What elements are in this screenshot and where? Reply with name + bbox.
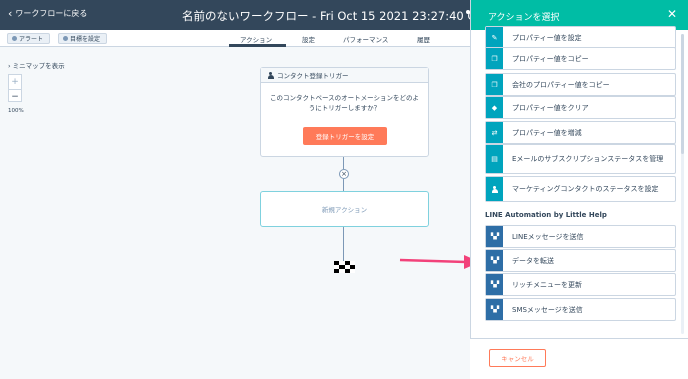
tab-performance[interactable]: パフォーマンス [343,34,388,44]
action-send-sms-message[interactable]: ▚▞ SMSメッセージを送信 [485,298,676,321]
tab-actions[interactable]: アクション [240,34,272,44]
email-icon: ▤ [486,145,503,173]
action-set-property[interactable]: ✎ プロパティー値を設定 [485,26,676,49]
trigger-header-label: コンタクト登録トリガー [277,72,349,80]
new-action-card[interactable]: 新規アクション [260,191,429,227]
action-label: SMSメッセージを送信 [512,305,583,314]
connector-line [343,179,344,191]
action-send-line-message[interactable]: ▚▞ LINEメッセージを送信 [485,225,676,248]
person-icon [267,71,274,79]
enrollment-trigger-card[interactable]: コンタクト登録トリガー このコンタクトベースのオートメーションをどのようにトリガ… [260,67,429,157]
zoom-in-button[interactable]: + [9,75,21,89]
finish-flag-icon [334,261,355,273]
connector-line [343,157,344,169]
trigger-description: このコンタクトベースのオートメーションをどのようにトリガーしますか？ [269,94,420,112]
minimap-label: ミニマップを表示 [12,62,65,70]
action-update-rich-menu[interactable]: ▚▞ リッチメニューを更新 [485,273,676,296]
target-icon [63,36,68,41]
eraser-icon: ◆ [486,97,503,118]
panel-title: アクションを選択 [488,13,560,23]
action-label: マーケティングコンタクトのステータスを設定 [512,185,659,193]
little-help-logo-icon: ▚▞ [486,226,503,247]
alert-label: アラート [19,36,44,43]
goal-label: 目標を設定 [70,36,101,43]
copy-icon: ❐ [486,74,503,95]
pencil-icon: ✎ [486,27,503,48]
action-label: データを転送 [512,256,554,265]
show-minimap-toggle[interactable]: › ミニマップを表示 [8,60,65,70]
trigger-header: コンタクト登録トリガー [261,68,428,83]
back-label: ワークフローに戻る [15,9,88,18]
zoom-out-button[interactable]: − [9,89,21,103]
little-help-logo-icon: ▚▞ [486,299,503,320]
action-clear-property[interactable]: ◆ プロパティー値をクリア [485,96,676,119]
person-icon [486,177,503,201]
action-copy-company-property[interactable]: ❐ 会社のプロパティー値をコピー [485,73,676,96]
chevron-left-icon: ‹ [8,6,13,20]
tab-settings[interactable]: 設定 [302,34,315,44]
action-label: 会社のプロパティー値をコピー [512,80,610,89]
set-enrollment-trigger-button[interactable]: 登録トリガーを設定 [303,127,387,145]
tab-history[interactable]: 履歴 [417,34,430,44]
line-automation-section-title: LINE Automation by Little Help [485,211,607,219]
action-set-marketing-contact[interactable]: マーケティングコンタクトのステータスを設定 [485,176,676,202]
alert-button[interactable]: アラート [7,33,50,44]
zoom-controls: + − [8,74,22,102]
action-manage-subscription[interactable]: ▤ Eメールのサブスクリプションステータスを管理 [485,144,676,174]
action-increment-property[interactable]: ⇄ プロパティー値を増減 [485,121,676,144]
action-label: プロパティー値を設定 [512,33,582,42]
connector-line [343,227,344,261]
action-label: LINEメッセージを送信 [512,232,584,241]
action-label: プロパティー値をクリア [512,103,589,112]
little-help-logo-icon: ▚▞ [486,250,503,271]
swap-icon: ⇄ [486,122,503,143]
action-label: Eメールのサブスクリプションステータスを管理 [512,155,664,163]
set-goal-button[interactable]: 目標を設定 [58,33,107,44]
delete-action-icon[interactable]: × [339,169,349,179]
little-help-logo-icon: ▚▞ [486,274,503,295]
zoom-level: 100% [8,108,24,114]
back-to-workflows-link[interactable]: ‹ ワークフローに戻る [8,8,87,19]
copy-icon: ❐ [486,48,503,69]
panel-scrollbar-thumb[interactable] [681,34,684,154]
action-transfer-data[interactable]: ▚▞ データを転送 [485,249,676,272]
action-label: プロパティー値を増減 [512,128,582,137]
cancel-button[interactable]: キャンセル [489,349,546,367]
action-label: プロパティー値をコピー [512,54,589,63]
action-copy-property[interactable]: ❐ プロパティー値をコピー [485,47,676,70]
bell-icon [12,36,17,41]
action-label: リッチメニューを更新 [512,280,582,289]
close-icon[interactable]: ✕ [667,7,677,21]
